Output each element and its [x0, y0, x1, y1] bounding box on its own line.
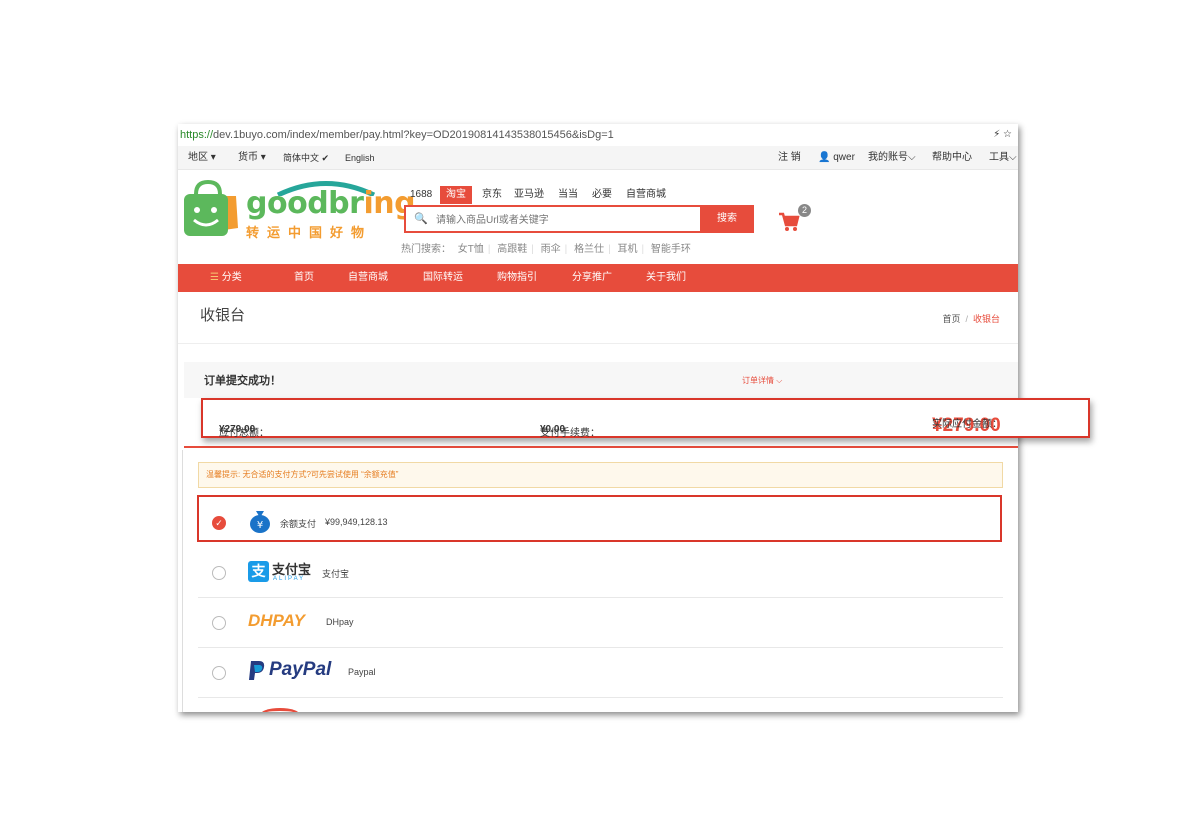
nav-item-forwarding[interactable]: 国际转运: [423, 264, 463, 292]
breadcrumb-home[interactable]: 首页: [942, 314, 960, 324]
tools-menu[interactable]: 工具⌵: [989, 146, 1017, 170]
hot-search-item[interactable]: 高跟鞋: [497, 244, 527, 255]
divider: [184, 446, 1018, 448]
logo-wordmark[interactable]: goodbring: [246, 186, 416, 221]
site-header: goodbring 转运中国好物 1688 淘宝 京东 亚马逊 当当 必要 自营…: [178, 170, 1018, 264]
page-title: 收银台: [200, 307, 246, 324]
region-menu[interactable]: 地区 ▾: [188, 146, 216, 170]
search-box: 🔍 搜索: [404, 205, 754, 233]
payment-tip: 温馨提示: 无合适的支付方式?可先尝试使用 “余额充值”: [198, 462, 1003, 488]
breadcrumb: 首页 / 收银台: [942, 314, 1000, 324]
hot-search-item[interactable]: 女T恤: [458, 244, 484, 255]
payment-logo-partial: [260, 708, 300, 712]
radio-unselected[interactable]: [212, 616, 226, 630]
url-protocol: https://: [180, 129, 214, 141]
hot-search-item[interactable]: 格兰仕: [574, 244, 604, 255]
cart-icon: [779, 212, 800, 231]
payment-name: 支付宝: [322, 569, 350, 579]
search-icon: 🔍: [414, 213, 428, 225]
help-link[interactable]: 帮助中心: [932, 146, 972, 170]
browser-action-icons[interactable]: ⚡ ☆: [993, 124, 1012, 146]
selected-option-highlight: [197, 495, 1002, 542]
payment-name: DHpay: [326, 617, 354, 627]
hot-searches: 热门搜索： 女T恤 | 高跟鞋 | 雨伞 | 格兰仕 | 耳机 | 智能手环: [401, 244, 691, 255]
tab-amazon[interactable]: 亚马逊: [514, 186, 544, 204]
logo-tagline: 转运中国好物: [246, 225, 373, 240]
payment-option-dhpay[interactable]: DHPAY DHpay: [198, 598, 1003, 648]
user-icon: 👤: [818, 152, 831, 163]
language-menu[interactable]: 简体中文 ✔: [283, 146, 329, 170]
account-menu[interactable]: 我的账号⌵: [868, 146, 916, 170]
payment-option-partial[interactable]: [198, 698, 1003, 712]
amount-highlight-box: 应付总额： ¥279.00 支付手续费： ¥0.00 实际应付金额： ¥279.00: [201, 398, 1090, 439]
payment-option-paypal[interactable]: PayPal Paypal: [198, 648, 1003, 698]
hot-search-label: 热门搜索：: [401, 244, 451, 255]
nav-item-about[interactable]: 关于我们: [646, 264, 686, 292]
hot-search-item[interactable]: 雨伞: [541, 244, 561, 255]
alipay-logo-sub: ALIPAY: [273, 576, 306, 582]
nav-item-guide[interactable]: 购物指引: [497, 264, 537, 292]
nav-item-share[interactable]: 分享推广: [572, 264, 612, 292]
tab-self-mall[interactable]: 自营商城: [626, 186, 666, 204]
cart-button[interactable]: 2: [778, 204, 814, 238]
currency-menu[interactable]: 货币 ▾: [238, 146, 266, 170]
order-detail-link[interactable]: 订单详情 ⌵: [742, 375, 782, 386]
address-bar[interactable]: https://dev.1buyo.com/index/member/pay.h…: [178, 124, 1018, 146]
payment-name: Paypal: [348, 667, 376, 677]
hot-search-item[interactable]: 智能手环: [651, 244, 691, 255]
tab-taobao[interactable]: 淘宝: [440, 186, 472, 204]
payment-fee: 支付手续费： ¥0.00: [540, 424, 600, 439]
logout-link[interactable]: 注 销: [778, 146, 801, 170]
nav-item-self-mall[interactable]: 自营商城: [348, 264, 388, 292]
payment-option-alipay[interactable]: 支 支付宝 ALIPAY 支付宝: [198, 548, 1003, 598]
tab-jd[interactable]: 京东: [482, 186, 502, 204]
order-status-bar: 订单提交成功！ 订单详情 ⌵: [184, 362, 1018, 398]
url-text: dev.1buyo.com/index/member/pay.html?key=…: [213, 129, 614, 141]
total-amount: 应付总额： ¥279.00: [219, 424, 269, 439]
radio-unselected[interactable]: [212, 666, 226, 680]
actual-amount: 实际应付金额： ¥279.00: [932, 415, 1002, 436]
nav-item-home[interactable]: 首页: [294, 264, 314, 292]
hot-search-item[interactable]: 耳机: [617, 244, 637, 255]
alipay-icon: 支: [248, 561, 269, 582]
top-utility-bar: 地区 ▾ 货币 ▾ 简体中文 ✔ English 注 销 👤 qwer 我的账号…: [178, 146, 1018, 170]
main-nav: ☰ 分类 首页 自营商城 国际转运 购物指引 分享推广 关于我们: [178, 264, 1018, 292]
user-link[interactable]: 👤 qwer: [818, 146, 855, 170]
tab-dangdang[interactable]: 当当: [558, 186, 578, 204]
radio-unselected[interactable]: [212, 566, 226, 580]
page-header: 收银台 首页 / 收银台: [178, 292, 1018, 344]
paypal-icon: [249, 661, 265, 680]
english-link[interactable]: English: [345, 146, 375, 170]
order-success-text: 订单提交成功！: [204, 375, 281, 387]
search-button[interactable]: 搜索: [700, 205, 754, 233]
shopping-bag-logo-icon[interactable]: [182, 180, 238, 238]
nav-category[interactable]: ☰ 分类: [210, 264, 242, 292]
breadcrumb-current: 收银台: [972, 314, 1000, 324]
cart-count-badge: 2: [798, 204, 811, 217]
dhpay-logo: DHPAY: [248, 611, 305, 630]
tab-biyao[interactable]: 必要: [592, 186, 612, 204]
tab-1688[interactable]: 1688: [410, 186, 432, 204]
search-input[interactable]: [436, 211, 696, 229]
menu-icon: ☰: [210, 272, 219, 283]
chevron-down-icon: ⌵: [776, 376, 783, 385]
paypal-logo: PayPal: [269, 659, 332, 680]
